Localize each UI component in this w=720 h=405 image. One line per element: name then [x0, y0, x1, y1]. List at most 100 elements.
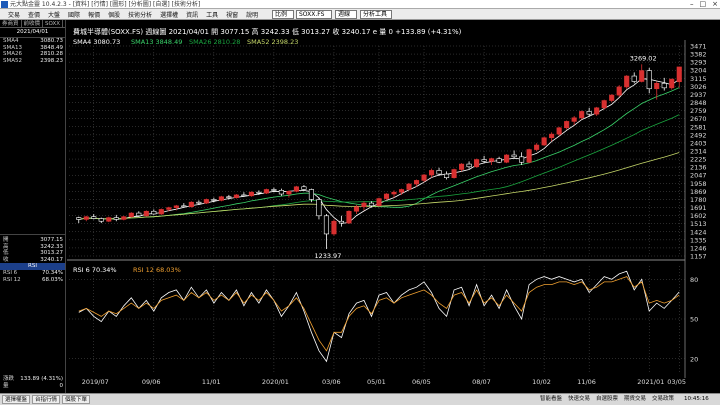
date-tick-label: 2021/01: [637, 378, 664, 386]
rsi-tick-label: 50: [690, 316, 698, 324]
candle-body: [534, 144, 540, 150]
candle-body: [631, 75, 637, 82]
candle-body: [436, 170, 442, 175]
candle-body: [353, 206, 360, 212]
price-tick-label: 2581: [690, 123, 707, 131]
status-link[interactable]: 交易政策: [652, 395, 674, 404]
candle-body: [166, 207, 172, 210]
date-tick-label: 09/06: [142, 378, 161, 386]
minimize-icon[interactable]: –: [690, 0, 694, 9]
analysis-tool-combo[interactable]: 分析工具: [360, 10, 392, 19]
ma-legend-item: SMA13 3848.49: [131, 38, 182, 46]
candle-body: [481, 159, 487, 162]
status-link[interactable]: 自選股票: [596, 395, 618, 404]
candle-body: [106, 217, 112, 222]
rsi-label: RSI 12: [3, 276, 21, 283]
menu-item[interactable]: 資訊: [182, 10, 202, 19]
candle-body: [398, 189, 405, 193]
period-combo[interactable]: 週線: [335, 10, 357, 19]
price-tick-label: 1424: [690, 228, 707, 236]
candle-body: [293, 186, 299, 192]
options-button[interactable]: 選擇權盤: [2, 395, 31, 404]
panel-tab[interactable]: 前收價: [22, 20, 44, 27]
menu-item[interactable]: 選擇權: [156, 10, 182, 19]
panel-tab[interactable]: SOXX: [43, 20, 64, 27]
price-tick-label: 3204: [690, 67, 707, 75]
price-tick-label: 2403: [690, 139, 707, 147]
price-tick-label: 2848: [690, 99, 707, 107]
status-link[interactable]: 期貨交易: [624, 395, 646, 404]
candle-body: [661, 82, 667, 89]
window-title: 元大點金靈 10.4.2.3 - [資料] [行情] [圖形] [分析圖] [自…: [10, 1, 201, 8]
candle-body: [586, 111, 592, 115]
volume-label: 量: [3, 382, 9, 389]
candle-body: [158, 209, 164, 215]
sma-value: 2398.23: [40, 57, 63, 64]
candle-body: [121, 216, 127, 220]
price-tick-label: 1691: [690, 204, 707, 212]
scale-combo[interactable]: 比例: [272, 10, 294, 19]
candle-body: [428, 170, 435, 176]
candle-body: [256, 191, 262, 194]
chart-area[interactable]: 費城半導體(SOXX.FS) 週線圖 2021/04/01 開 3077.15 …: [67, 20, 720, 393]
menu-item[interactable]: 查價: [24, 10, 44, 19]
candle-body: [474, 159, 480, 168]
price-tick-label: 1780: [690, 196, 707, 204]
price-annotations: 3269.02 1233.97: [314, 54, 656, 260]
candle-body: [278, 190, 284, 195]
chart-header: 費城半導體(SOXX.FS) 週線圖 2021/04/01 開 3077.15 …: [73, 27, 462, 36]
price-tick-label: 1958: [690, 180, 707, 188]
date-tick-label: 03/06: [322, 378, 341, 386]
ma-legend-item: SMA52 2398.23: [247, 38, 298, 46]
symbol-combo[interactable]: SOXX.FS: [296, 10, 332, 19]
app-icon: [1, 1, 8, 8]
candle-body: [571, 117, 577, 122]
candle-body: [519, 156, 525, 163]
candle-body: [383, 193, 390, 199]
menu-item[interactable]: 技術分析: [124, 10, 156, 19]
candle-body: [376, 198, 382, 207]
candle-body: [601, 100, 607, 109]
candle-body: [98, 218, 104, 222]
candle-body: [248, 191, 254, 197]
menu-item[interactable]: 工具: [202, 10, 222, 19]
price-tick-label: 3382: [690, 51, 707, 59]
status-link[interactable]: 智能看盤: [540, 395, 562, 404]
menu-item[interactable]: 大盤: [44, 10, 64, 19]
menu-item[interactable]: 國際: [64, 10, 84, 19]
close-icon[interactable]: ×: [712, 0, 718, 9]
candle-body: [579, 111, 585, 119]
price-tick-label: 1246: [690, 244, 707, 252]
menu-item[interactable]: 個股: [104, 10, 124, 19]
candle-body: [676, 66, 682, 83]
price-tick-label: 1869: [690, 188, 707, 196]
candle-body: [113, 217, 119, 220]
candle-body: [173, 205, 179, 208]
candle-body: [624, 75, 630, 88]
menu-item[interactable]: 視窗: [222, 10, 242, 19]
candle-body: [271, 189, 277, 191]
candle-body: [646, 70, 652, 90]
price-tick-label: 2225: [690, 156, 707, 164]
clock: 10:45:16: [684, 396, 709, 402]
maximize-icon[interactable]: □: [700, 0, 707, 9]
date-tick-label: 10/02: [532, 378, 551, 386]
status-link[interactable]: 快速交易: [568, 395, 590, 404]
date-tick-label: 2019/07: [82, 378, 109, 386]
candle-body: [143, 210, 149, 217]
candle-body: [451, 169, 457, 178]
panel-tab[interactable]: 券商資: [0, 20, 22, 27]
menu-item[interactable]: 說明: [242, 10, 262, 19]
futures-quote-button[interactable]: 台指行情: [32, 395, 61, 404]
candle-body: [331, 220, 337, 235]
menu-item[interactable]: 交易: [4, 10, 24, 19]
price-tick-label: 3471: [690, 43, 707, 51]
stock-order-button[interactable]: 個股下單: [62, 395, 91, 404]
price-chart-svg[interactable]: 費城半導體(SOXX.FS) 週線圖 2021/04/01 開 3077.15 …: [67, 20, 720, 393]
candle-body: [564, 121, 570, 129]
price-tick-label: 1602: [690, 212, 707, 220]
candle-body: [346, 210, 352, 224]
sma-row: SMA52 2398.23: [0, 58, 65, 65]
candle-body: [83, 216, 89, 220]
menu-item[interactable]: 報價: [84, 10, 104, 19]
